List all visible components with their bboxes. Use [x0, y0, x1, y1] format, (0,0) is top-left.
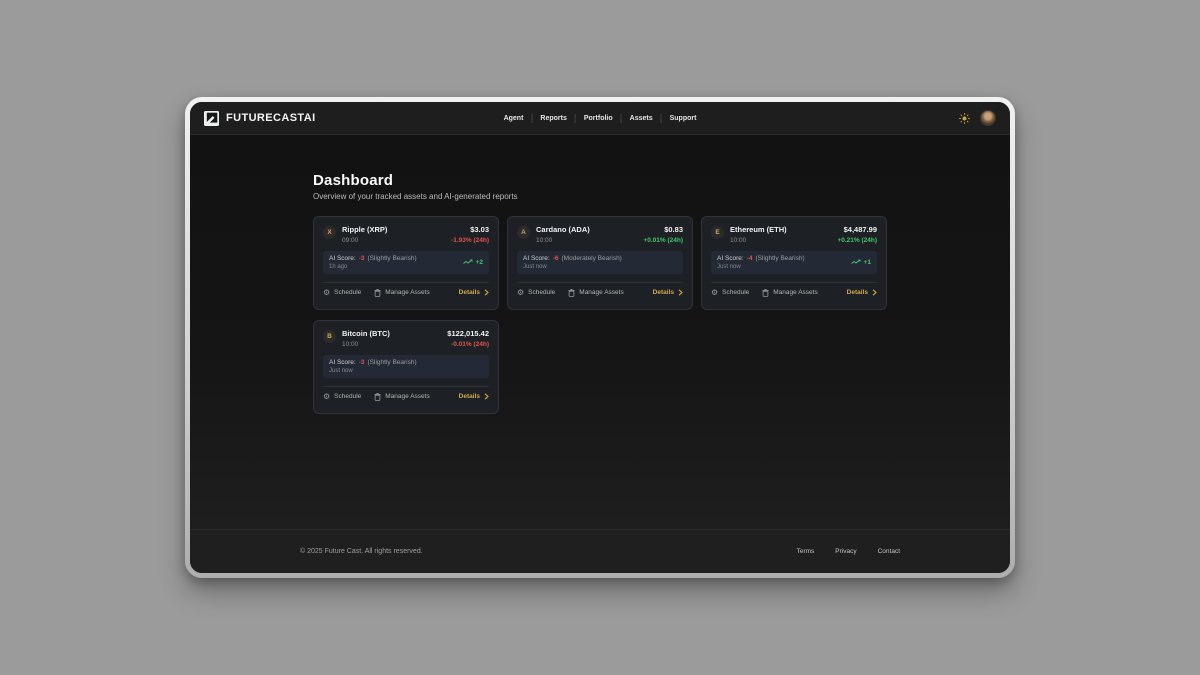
gear-icon: ⚙: [711, 289, 718, 297]
ai-score-label: AI Score:: [717, 255, 744, 262]
footer-link-terms[interactable]: Terms: [797, 548, 815, 555]
app-screen: FUTURECASTAI Agent Reports Portfolio Ass…: [190, 102, 1010, 573]
nav-item-portfolio[interactable]: Portfolio: [576, 115, 621, 122]
chevron-right-icon: [484, 289, 489, 296]
footer-link-privacy[interactable]: Privacy: [835, 548, 856, 555]
coin-change: +0.21% (24h): [837, 237, 877, 244]
copyright-text: © 2025 Future Cast. All rights reserved.: [300, 548, 423, 555]
main-content: Dashboard Overview of your tracked asset…: [190, 135, 1010, 529]
asset-card-bitcoin: B Bitcoin (BTC) 10:00 $122,015.42 -0.01%…: [313, 320, 499, 414]
brand-logo[interactable]: FUTURECASTAI: [204, 111, 316, 126]
ai-score-sentiment: (Slightly Bearish): [368, 255, 417, 262]
trending-up-icon: [463, 259, 473, 265]
coin-price: $0.83: [643, 225, 683, 234]
ai-score-label: AI Score:: [329, 359, 356, 366]
page-subtitle: Overview of your tracked assets and AI-g…: [313, 192, 887, 201]
ai-score-label: AI Score:: [523, 255, 550, 262]
coin-avatar: X: [323, 226, 336, 239]
ai-score-sentiment: (Moderately Bearish): [562, 255, 622, 262]
asset-card-grid: X Ripple (XRP) 09:00 $3.03 -1.93% (24h): [313, 216, 887, 414]
gear-icon: ⚙: [323, 393, 330, 401]
footer-links: Terms Privacy Contact: [797, 548, 900, 555]
coin-name: Bitcoin (BTC): [342, 329, 390, 338]
ai-score-panel: AI Score: -6 (Moderately Bearish) Just n…: [517, 251, 683, 274]
brand-logo-icon: [204, 111, 219, 126]
nav-item-reports[interactable]: Reports: [532, 115, 574, 122]
chevron-right-icon: [678, 289, 683, 296]
coin-time: 10:00: [342, 341, 390, 348]
details-button[interactable]: Details: [653, 289, 683, 296]
trash-icon: [762, 289, 769, 297]
brand-name: FUTURECASTAI: [226, 112, 316, 124]
ai-score-panel: AI Score: -3 (Slightly Bearish) 1h ago +…: [323, 251, 489, 274]
asset-card-cardano: A Cardano (ADA) 10:00 $0.83 +0.01% (24h): [507, 216, 693, 310]
browser-frame: FUTURECASTAI Agent Reports Portfolio Ass…: [185, 97, 1015, 578]
user-avatar[interactable]: [980, 110, 996, 126]
trending-up-icon: [851, 259, 861, 265]
ai-score-panel: AI Score: -4 (Slightly Bearish) Just now…: [711, 251, 877, 274]
gear-icon: ⚙: [323, 289, 330, 297]
trash-icon: [568, 289, 575, 297]
coin-name: Ethereum (ETH): [730, 225, 787, 234]
page-title: Dashboard: [313, 172, 887, 189]
theme-toggle-sun-icon[interactable]: [959, 113, 970, 124]
ai-score-sentiment: (Slightly Bearish): [756, 255, 805, 262]
coin-change: -0.01% (24h): [447, 341, 489, 348]
footer-link-contact[interactable]: Contact: [878, 548, 900, 555]
coin-name: Cardano (ADA): [536, 225, 590, 234]
coin-avatar: E: [711, 226, 724, 239]
main-nav: Agent Reports Portfolio Assets Support: [496, 114, 705, 123]
score-updated: Just now: [329, 368, 417, 374]
coin-change: -1.93% (24h): [451, 237, 489, 244]
ai-score-sentiment: (Slightly Bearish): [368, 359, 417, 366]
ai-score-label: AI Score:: [329, 255, 356, 262]
topbar-right: [959, 110, 996, 126]
manage-assets-button[interactable]: Manage Assets: [762, 289, 817, 297]
coin-time: 09:00: [342, 237, 387, 244]
ai-score-value: -4: [747, 255, 753, 262]
trash-icon: [374, 289, 381, 297]
schedule-button[interactable]: ⚙ Schedule: [323, 289, 361, 297]
details-button[interactable]: Details: [459, 393, 489, 400]
trash-icon: [374, 393, 381, 401]
schedule-button[interactable]: ⚙ Schedule: [323, 393, 361, 401]
ai-score-panel: AI Score: -3 (Slightly Bearish) Just now: [323, 355, 489, 378]
nav-item-support[interactable]: Support: [662, 115, 705, 122]
ai-score-value: -3: [359, 359, 365, 366]
footer: © 2025 Future Cast. All rights reserved.…: [190, 529, 1010, 573]
coin-time: 10:00: [536, 237, 590, 244]
top-navigation-bar: FUTURECASTAI Agent Reports Portfolio Ass…: [190, 102, 1010, 135]
coin-price: $122,015.42: [447, 329, 489, 338]
coin-change: +0.01% (24h): [643, 237, 683, 244]
details-button[interactable]: Details: [459, 289, 489, 296]
schedule-button[interactable]: ⚙ Schedule: [711, 289, 749, 297]
trend-indicator: +2: [463, 259, 483, 266]
manage-assets-button[interactable]: Manage Assets: [374, 393, 429, 401]
coin-avatar: A: [517, 226, 530, 239]
chevron-right-icon: [484, 393, 489, 400]
coin-price: $4,487.99: [837, 225, 877, 234]
coin-price: $3.03: [451, 225, 489, 234]
details-button[interactable]: Details: [847, 289, 877, 296]
score-updated: 1h ago: [329, 264, 417, 270]
manage-assets-button[interactable]: Manage Assets: [374, 289, 429, 297]
coin-name: Ripple (XRP): [342, 225, 387, 234]
nav-item-assets[interactable]: Assets: [622, 115, 661, 122]
ai-score-value: -6: [553, 255, 559, 262]
chevron-right-icon: [872, 289, 877, 296]
coin-time: 10:00: [730, 237, 787, 244]
asset-card-ethereum: E Ethereum (ETH) 10:00 $4,487.99 +0.21% …: [701, 216, 887, 310]
manage-assets-button[interactable]: Manage Assets: [568, 289, 623, 297]
trend-indicator: +1: [851, 259, 871, 266]
score-updated: Just now: [717, 264, 805, 270]
score-updated: Just now: [523, 264, 622, 270]
schedule-button[interactable]: ⚙ Schedule: [517, 289, 555, 297]
asset-card-ripple: X Ripple (XRP) 09:00 $3.03 -1.93% (24h): [313, 216, 499, 310]
nav-item-agent[interactable]: Agent: [496, 115, 532, 122]
coin-avatar: B: [323, 330, 336, 343]
gear-icon: ⚙: [517, 289, 524, 297]
ai-score-value: -3: [359, 255, 365, 262]
